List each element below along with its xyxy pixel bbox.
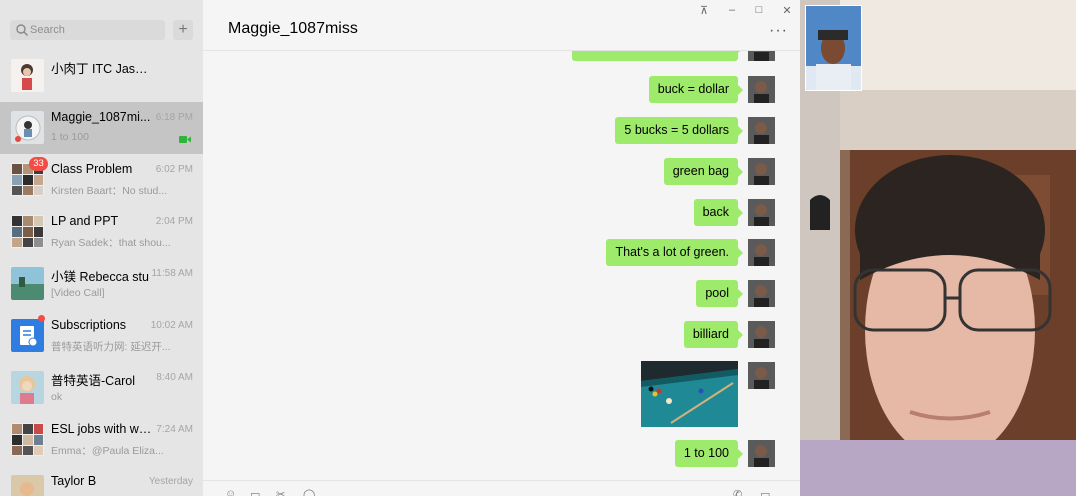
conversation-preview: Ryan Sadek：that shou... bbox=[51, 237, 171, 249]
message-row: 1 to 100 bbox=[475, 440, 775, 467]
conversation-name: Taylor B bbox=[51, 474, 97, 488]
add-chat-button[interactable]: + bbox=[173, 20, 193, 40]
avatar bbox=[11, 371, 44, 404]
message-row: green bag bbox=[475, 158, 775, 185]
avatar bbox=[11, 111, 44, 144]
self-video-preview[interactable] bbox=[805, 5, 862, 91]
avatar bbox=[11, 267, 44, 300]
message-bubble[interactable]: pool bbox=[696, 280, 743, 307]
message-bubble[interactable]: 5 bucks = 5 dollars bbox=[615, 117, 743, 144]
conversation-name: LP and PPT bbox=[51, 214, 119, 228]
message-bubble[interactable]: buck = dollar bbox=[648, 76, 744, 103]
conversation-name: ESL jobs with wo... bbox=[51, 422, 153, 436]
maximize-button[interactable]: □ bbox=[752, 4, 766, 16]
conversation-item[interactable]: Taylor B Yesterday bbox=[0, 466, 203, 496]
conversation-name: Maggie_1087mi... bbox=[51, 110, 151, 124]
self-video-feed bbox=[806, 6, 861, 90]
voice-call-icon[interactable]: ✆ bbox=[733, 488, 742, 496]
scissors-icon[interactable]: ✂ bbox=[276, 488, 285, 496]
conversation-preview: 1 to 100 bbox=[51, 131, 89, 143]
input-toolbar: ☺ ▭ ✂ ◯ ✆ ▭ bbox=[203, 480, 800, 496]
conversation-name: 普特英语-Carol bbox=[51, 374, 136, 388]
my-avatar bbox=[748, 239, 775, 266]
conversation-preview: [Video Call] bbox=[51, 287, 105, 299]
minimize-button[interactable]: – bbox=[725, 4, 739, 16]
conversation-time: 10:02 AM bbox=[150, 320, 193, 331]
pin-window-button[interactable]: ⊼ bbox=[697, 4, 711, 17]
conversation-time: 7:24 AM bbox=[156, 424, 193, 435]
video-call-indicator-icon bbox=[179, 136, 191, 143]
conversation-time: 2:04 PM bbox=[155, 216, 193, 227]
conversation-name: Subscriptions bbox=[51, 318, 127, 332]
my-avatar bbox=[748, 280, 775, 307]
message-row: buck = dollar bbox=[475, 76, 775, 103]
my-avatar bbox=[748, 440, 775, 467]
conversation-preview: Emma：@Paula Eliza... bbox=[51, 445, 164, 457]
conversation-time: Yesterday bbox=[148, 476, 193, 487]
message-row: billiard bbox=[475, 321, 775, 348]
conversation-item[interactable]: Subscriptions 10:02 AM 普特英语听力网: 延迟开... bbox=[0, 310, 203, 362]
chat-panel: Maggie_1087miss ··· ⊼ – □ ✕ Can I borrow… bbox=[203, 0, 800, 496]
conversation-name: 小肉丁 ITC Jasmine bbox=[51, 62, 153, 76]
message-bubble[interactable]: back bbox=[693, 199, 744, 226]
message-row: 5 bucks = 5 dollars bbox=[475, 117, 775, 144]
message-bubble[interactable]: 1 to 100 bbox=[674, 440, 744, 467]
image-message[interactable] bbox=[641, 361, 738, 427]
avatar bbox=[11, 475, 44, 496]
my-avatar bbox=[748, 362, 775, 389]
conversation-name: Class Problem bbox=[51, 162, 133, 176]
conversation-item-selected[interactable]: Maggie_1087mi... 6:18 PM 1 to 100 bbox=[0, 102, 203, 154]
my-avatar bbox=[748, 321, 775, 348]
conversation-item[interactable]: LP and PPT 2:04 PM Ryan Sadek：that shou.… bbox=[0, 206, 203, 258]
conversation-preview: 普特英语听力网: 延迟开... bbox=[51, 341, 171, 353]
conversation-item[interactable]: 33 Class Problem 6:02 PM Kirsten Baart：N… bbox=[0, 154, 203, 206]
conversation-name: 小镁 Rebecca stu bbox=[51, 270, 149, 284]
my-avatar bbox=[748, 117, 775, 144]
my-avatar bbox=[748, 199, 775, 226]
search-placeholder: Search bbox=[30, 24, 65, 36]
conversation-item[interactable]: 小镁 Rebecca stu 11:58 AM [Video Call] bbox=[0, 258, 203, 310]
emoji-icon[interactable]: ☺ bbox=[225, 488, 236, 496]
avatar bbox=[11, 59, 44, 92]
chat-bubble-icon[interactable]: ◯ bbox=[303, 488, 315, 496]
conversation-time: 6:02 PM bbox=[155, 164, 193, 175]
conversation-item[interactable]: 普特英语-Carol 8:40 AM ok bbox=[0, 362, 203, 414]
my-avatar bbox=[748, 76, 775, 103]
conversation-item[interactable]: ESL jobs with wo... 7:24 AM Emma：@Paula … bbox=[0, 414, 203, 466]
conversation-item[interactable]: 小肉丁 ITC Jasmine bbox=[0, 50, 203, 102]
unread-badge: 33 bbox=[29, 157, 48, 171]
message-row bbox=[748, 362, 775, 389]
folder-icon[interactable]: ▭ bbox=[250, 488, 260, 496]
conversation-preview: ok bbox=[51, 391, 63, 403]
search-input[interactable]: Search bbox=[10, 20, 165, 40]
group-avatar bbox=[11, 215, 44, 248]
conversation-preview: Kirsten Baart：No stud... bbox=[51, 185, 168, 197]
conversation-time: 11:58 AM bbox=[151, 268, 193, 279]
conversation-sidebar: Search + 小肉丁 ITC Jasmine Maggie_1087mi..… bbox=[0, 0, 203, 496]
group-avatar bbox=[11, 423, 44, 456]
chat-title: Maggie_1087miss bbox=[228, 20, 358, 37]
close-button[interactable]: ✕ bbox=[780, 4, 794, 17]
my-avatar bbox=[748, 158, 775, 185]
unread-dot bbox=[38, 315, 45, 322]
message-row: That's a lot of green. bbox=[475, 239, 775, 266]
more-options-button[interactable]: ··· bbox=[769, 22, 788, 40]
message-bubble[interactable]: That's a lot of green. bbox=[606, 239, 743, 266]
message-row: back bbox=[475, 199, 775, 226]
video-call-icon[interactable]: ▭ bbox=[760, 488, 770, 496]
message-bubble[interactable]: green bag bbox=[663, 158, 744, 185]
conversation-time: 6:18 PM bbox=[155, 112, 193, 123]
search-icon bbox=[16, 24, 28, 36]
subscriptions-icon bbox=[11, 319, 44, 352]
message-bubble[interactable]: billiard bbox=[683, 321, 744, 348]
conversation-time: 8:40 AM bbox=[156, 372, 193, 383]
message-row: pool bbox=[475, 280, 775, 307]
